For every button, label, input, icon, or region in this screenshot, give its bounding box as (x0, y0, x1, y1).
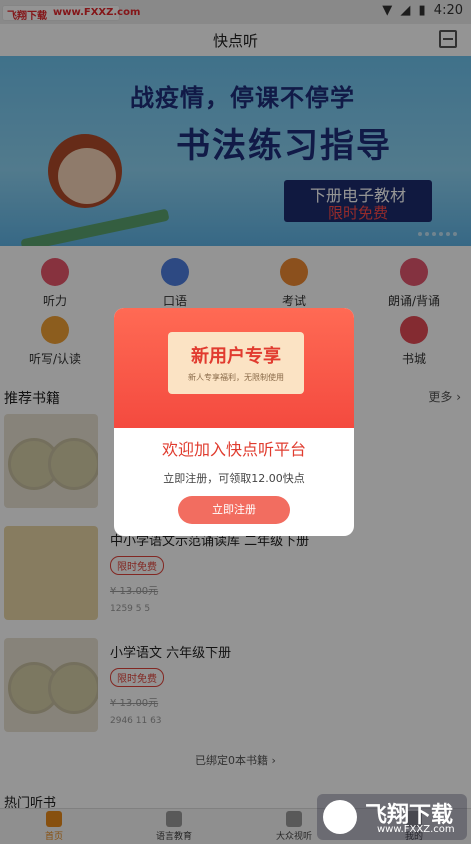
watermark-logo-icon (323, 800, 357, 834)
modal-badge-title: 新用户专享 (191, 346, 281, 367)
modal-desc: 立即注册，可领取12.00快点 (163, 472, 305, 485)
watermark-bottom-url: www.FXXZ.com (377, 824, 455, 835)
modal-header-art: 新用户专享 新人专享福利，无限制使用 (114, 308, 354, 428)
new-user-modal: 新用户专享 新人专享福利，无限制使用 欢迎加入快点听平台 立即注册，可领取12.… (114, 308, 354, 536)
watermark-bottom: 飞翔下载 www.FXXZ.com (317, 794, 467, 840)
register-button[interactable]: 立即注册 (178, 496, 290, 524)
modal-badge-sub: 新人专享福利，无限制使用 (188, 373, 284, 382)
modal-heading: 欢迎加入快点听平台 (161, 440, 306, 459)
modal-scroll: 新用户专享 新人专享福利，无限制使用 (168, 332, 304, 394)
